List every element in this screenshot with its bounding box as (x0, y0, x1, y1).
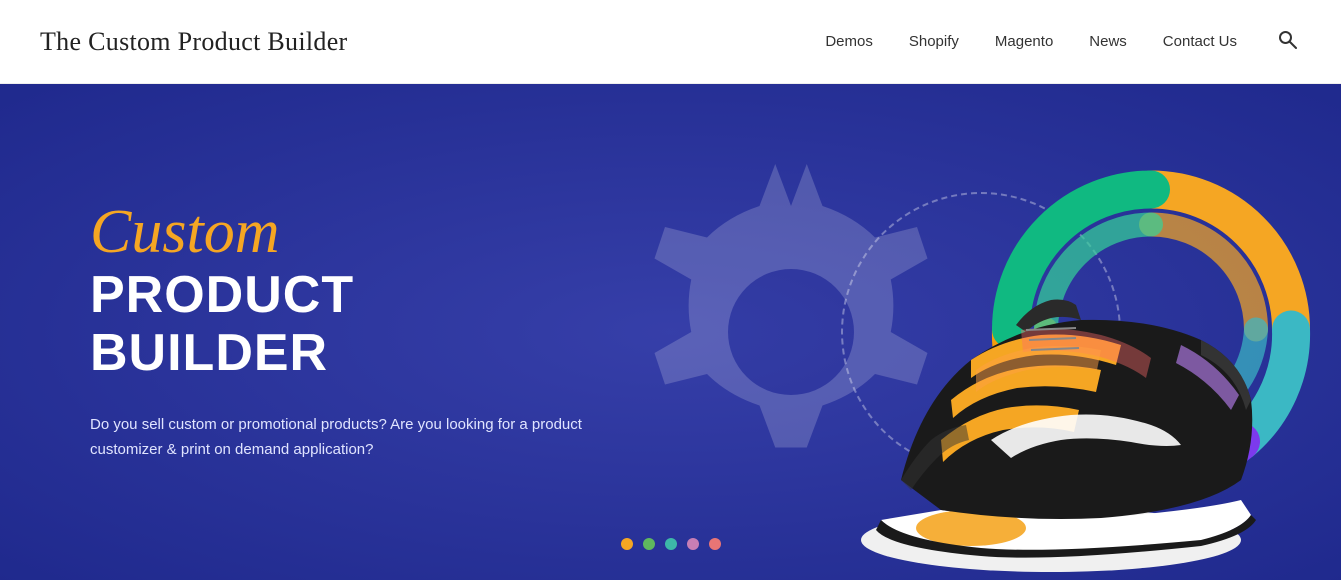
dot-1[interactable] (621, 538, 633, 550)
nav-item-magento[interactable]: Magento (995, 33, 1053, 50)
hero-carousel-dots (621, 538, 721, 550)
site-logo[interactable]: The Custom Product Builder (40, 27, 348, 57)
search-icon-button[interactable] (1273, 25, 1301, 58)
dot-5[interactable] (709, 538, 721, 550)
dot-4[interactable] (687, 538, 699, 550)
nav-item-demos[interactable]: Demos (825, 33, 873, 50)
shoe-svg (821, 200, 1301, 580)
hero-content: Custom PRODUCT BUILDER Do you sell custo… (0, 201, 600, 462)
nav-item-contact[interactable]: Contact Us (1163, 33, 1237, 50)
hero-section: Custom PRODUCT BUILDER Do you sell custo… (0, 84, 1341, 580)
dot-3[interactable] (665, 538, 677, 550)
hero-custom-label: Custom (90, 201, 600, 263)
nav-item-news[interactable]: News (1089, 33, 1127, 50)
product-shoe-image (821, 200, 1301, 580)
dot-2[interactable] (643, 538, 655, 550)
site-header: The Custom Product Builder Demos Shopify… (0, 0, 1341, 84)
hero-product-builder-label: PRODUCT BUILDER (90, 267, 600, 381)
main-nav: Demos Shopify Magento News Contact Us (825, 25, 1301, 58)
search-icon (1277, 29, 1297, 49)
hero-description: Do you sell custom or promotional produc… (90, 412, 590, 463)
nav-item-shopify[interactable]: Shopify (909, 33, 959, 50)
